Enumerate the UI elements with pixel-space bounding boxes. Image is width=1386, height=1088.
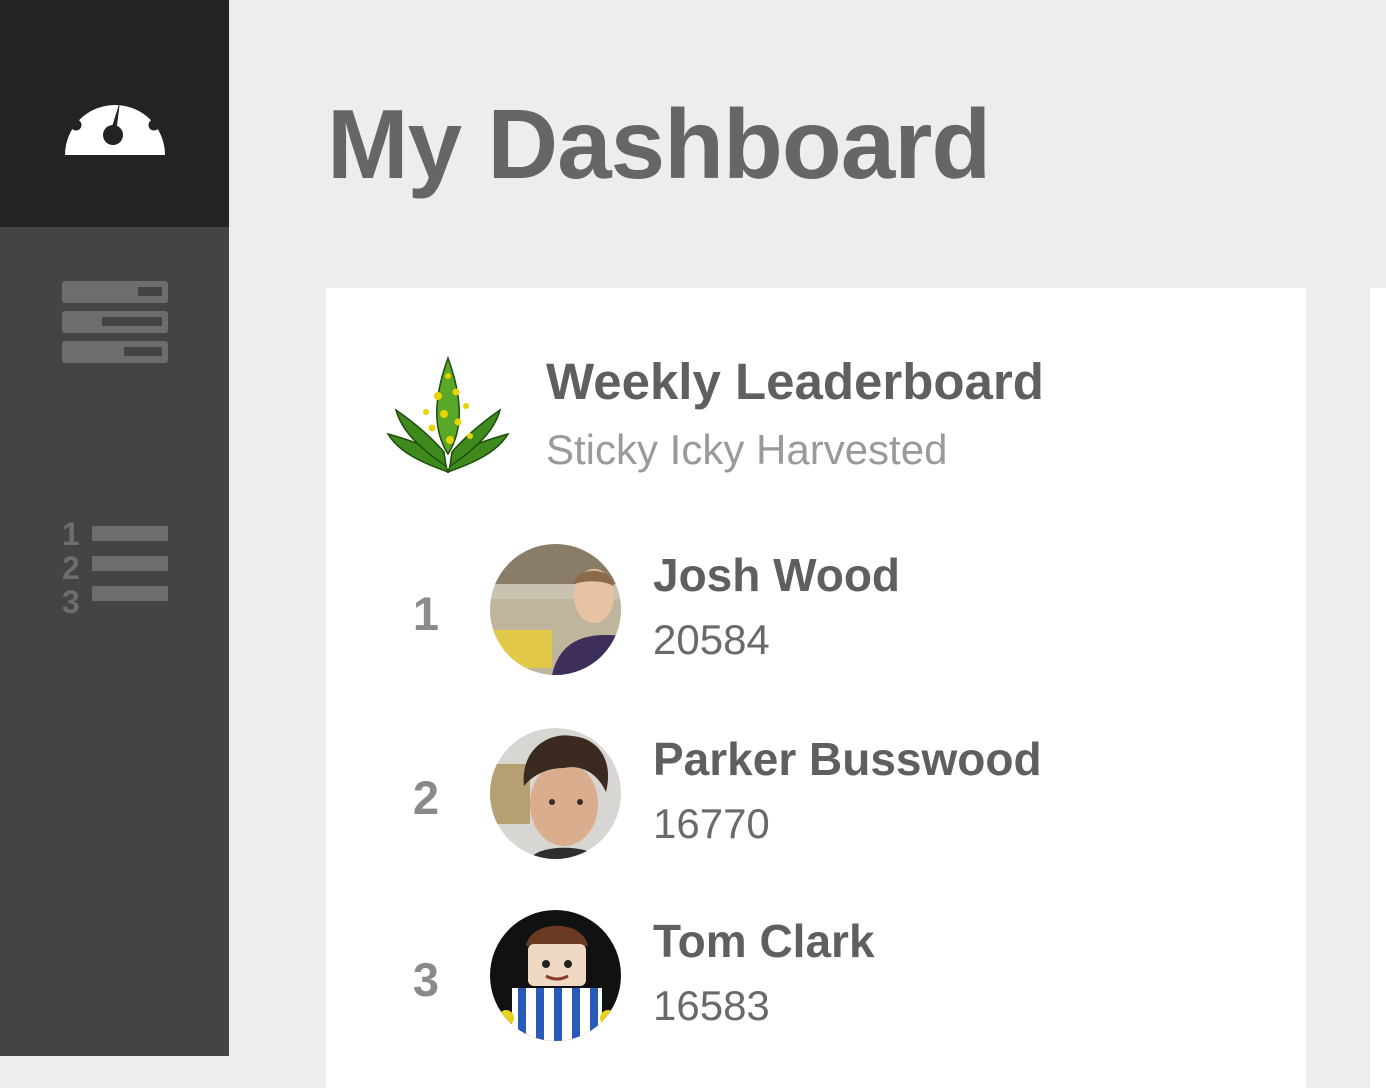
leaderboard-title: Weekly Leaderboard [546, 353, 1044, 410]
sidebar: 1 2 3 [0, 0, 229, 1056]
main-content: My Dashboard Weekly Leaderboard Sticky I… [229, 0, 1386, 1088]
sidebar-item-rankings[interactable]: 1 2 3 [0, 470, 229, 660]
leaderboard-entry[interactable]: 3 Tom Clark 16583 [326, 910, 1306, 1050]
sidebar-item-dashboard[interactable] [0, 0, 229, 227]
player-score: 16770 [653, 800, 770, 847]
cannabis-plant-icon [386, 354, 510, 478]
player-name: Parker Busswood [653, 733, 1042, 785]
player-name: Tom Clark [653, 915, 875, 967]
rank-number: 2 [412, 771, 440, 824]
player-score: 16583 [653, 982, 770, 1029]
avatar[interactable] [490, 544, 621, 675]
ranked-list-icon: 1 2 3 [62, 516, 168, 617]
page-title: My Dashboard [327, 89, 991, 199]
svg-text:3: 3 [62, 584, 80, 617]
rank-number: 1 [412, 587, 440, 640]
rank-number: 3 [412, 953, 440, 1006]
sidebar-item-layout[interactable] [0, 227, 229, 417]
layout-rows-icon [61, 281, 168, 363]
avatar[interactable] [490, 910, 621, 1041]
avatar[interactable] [490, 728, 621, 859]
leaderboard-entry[interactable]: 2 Parker Busswood 16770 [326, 728, 1306, 868]
player-score: 20584 [653, 616, 770, 663]
svg-text:1: 1 [62, 516, 80, 552]
dashboard-gauge-icon [64, 81, 165, 155]
leaderboard-card: Weekly Leaderboard Sticky Icky Harvested… [326, 288, 1306, 1088]
leaderboard-entry[interactable]: 1 Josh Wood 20584 [326, 544, 1306, 684]
player-name: Josh Wood [653, 549, 901, 601]
svg-text:2: 2 [62, 550, 80, 586]
next-card-edge [1370, 288, 1386, 1088]
leaderboard-subtitle: Sticky Icky Harvested [546, 426, 948, 473]
